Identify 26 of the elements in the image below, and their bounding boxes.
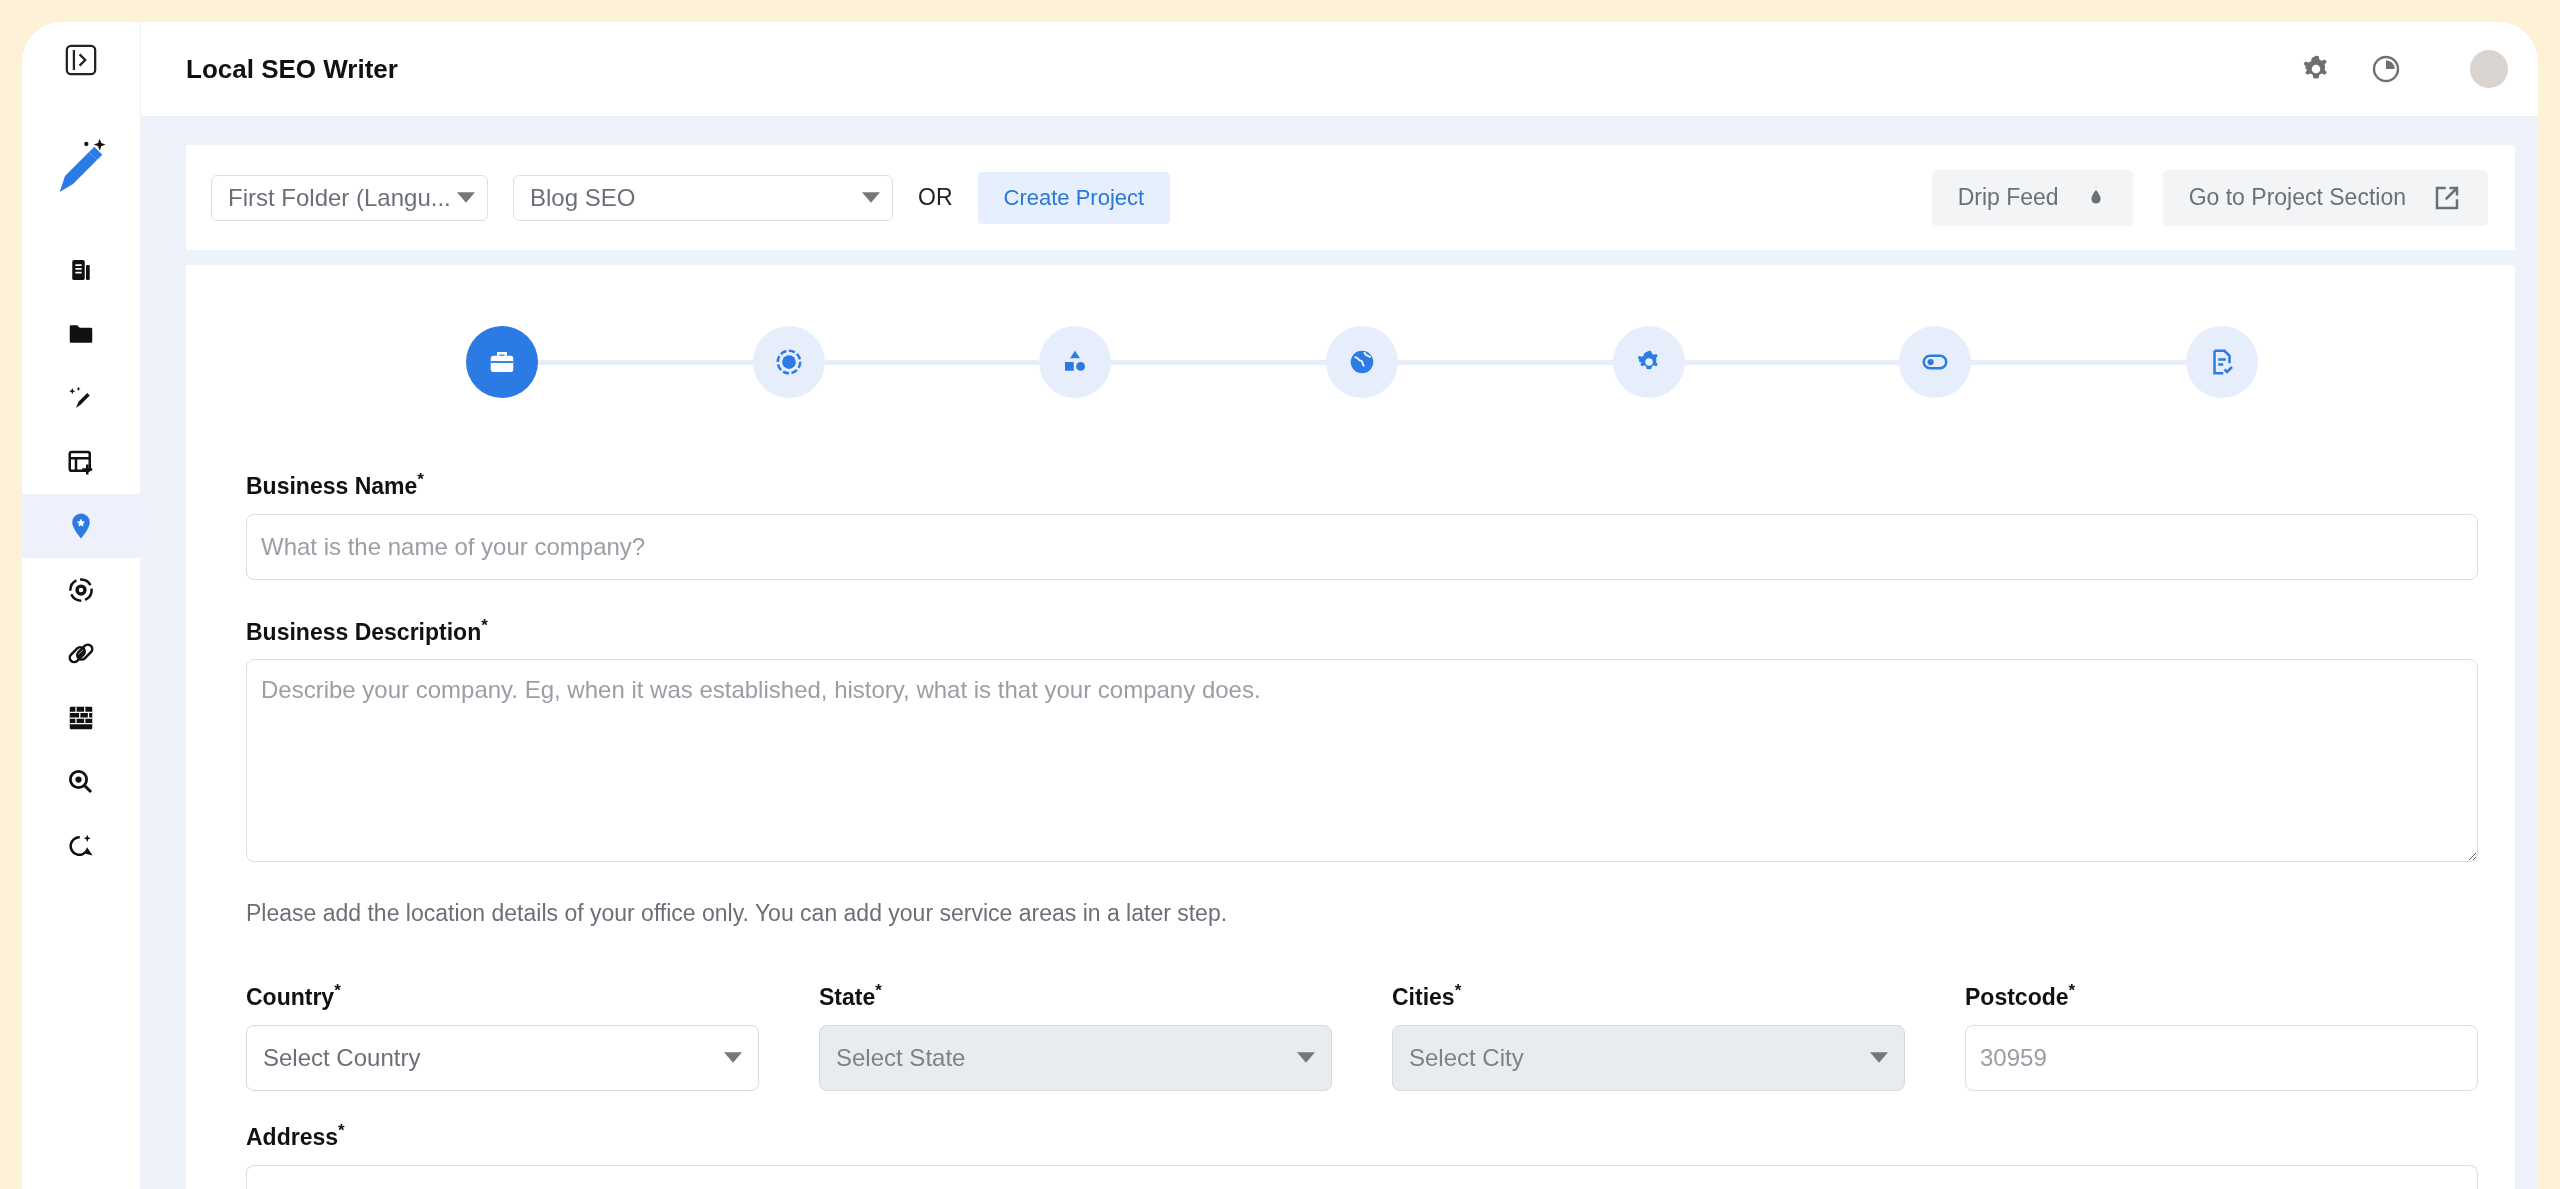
business-name-field[interactable]: What is the name of your company?	[246, 513, 2478, 580]
create-project-button[interactable]: Create Project	[977, 171, 1171, 224]
field-label: Postcode$^{*}$	[1965, 981, 2077, 1011]
folder-select[interactable]: First Folder (Langu...	[211, 174, 488, 221]
helper-text: Please add the location details of your office only. You can add your service areas in a later step.	[246, 900, 1229, 928]
project-select[interactable]: Blog SEO	[513, 174, 893, 221]
field-label: State$^{*}$	[819, 981, 883, 1011]
field-label: Address$^{*}$	[246, 1120, 346, 1151]
field-label: Country$^{*}$	[246, 981, 342, 1011]
page-title: Local SEO Writer	[186, 53, 399, 85]
select-field[interactable]: Select Country	[246, 1024, 759, 1091]
caret-icon	[1870, 1052, 1888, 1064]
field-label: Business Description$^{*}$	[246, 615, 489, 646]
sidebar-toggle-icon[interactable]	[64, 43, 98, 77]
pie-clock-icon[interactable]	[2370, 53, 2402, 85]
field-label: Business Name$^{*}$	[246, 470, 425, 500]
business-description-field[interactable]: Describe your company. Eg, when it was established, history, what is that your company does.	[246, 659, 2478, 863]
drip-feed-button[interactable]: Drip Feed	[1931, 169, 2133, 226]
caret-icon	[457, 192, 475, 203]
caret-icon	[724, 1052, 742, 1064]
input-field[interactable]: 30959	[1965, 1024, 2478, 1091]
caret-icon	[1297, 1052, 1315, 1064]
caret-icon	[862, 192, 880, 203]
project-section-button[interactable]: Go to Project Section	[2162, 169, 2488, 226]
or-label: OR	[918, 184, 953, 211]
field-label: Cities$^{*}$	[1392, 981, 1463, 1011]
